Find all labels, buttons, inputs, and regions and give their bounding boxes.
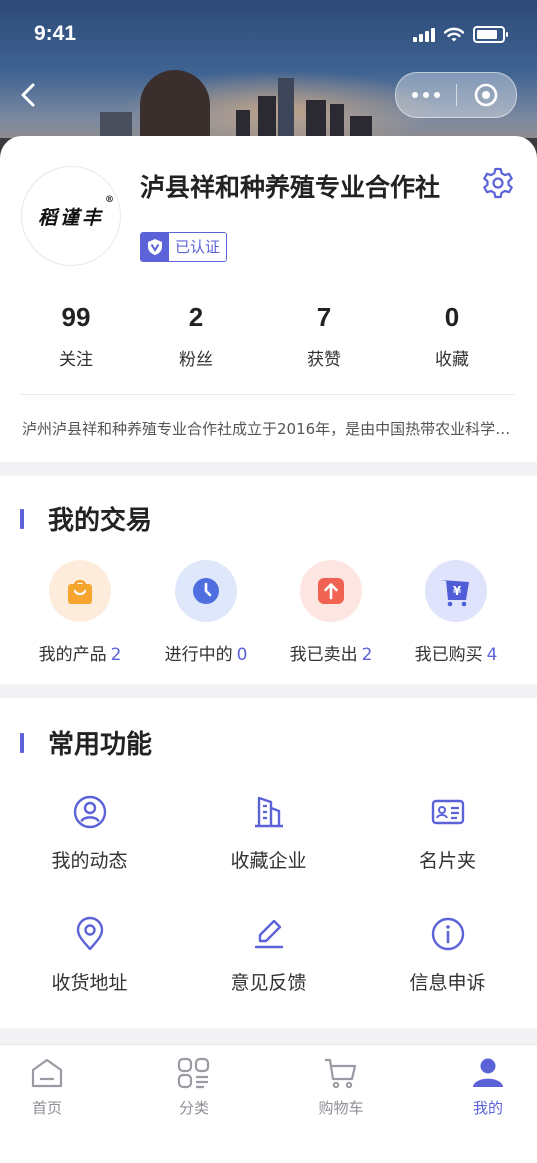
building-icon [254,796,283,828]
building-silhouette [140,70,210,140]
profile-card: 稻谨丰 ® 泸县祥和种养殖专业合作社 已认证 99 关注 2 粉丝 7 获赞 0 … [0,136,537,462]
tab-label: 购物车 [318,1099,364,1117]
func-label: 意见反馈 [230,972,307,994]
user-icon [473,1058,503,1087]
stat-value: 7 [316,302,332,332]
my-trades-card: 我的交易 我的产品 2 进行中的 0 我已卖出 2 ¥ 我已购买 4 [0,476,537,684]
func-my-posts[interactable]: 我的动态 [0,794,179,873]
section-title-text: 我的交易 [48,506,153,536]
tab-home[interactable]: 首页 [0,1057,114,1118]
title-accent-bar [20,732,24,753]
trade-icon-circle: ¥ [425,560,487,622]
stat-value: 2 [188,302,204,332]
trade-count: 0 [236,645,248,665]
stat-value: 99 [61,302,91,332]
section-title-text: 常用功能 [48,730,153,760]
trade-bought[interactable]: ¥ 我已购买 4 [393,560,519,665]
func-feedback[interactable]: 意见反馈 [179,916,358,995]
section-title: 我的交易 [20,500,152,537]
tab-mine[interactable]: 我的 [421,1057,537,1118]
trade-label: 我的产品 [38,645,107,665]
tab-category[interactable]: 分类 [127,1057,261,1118]
trade-label: 我已卖出 [289,645,358,665]
func-label: 收货地址 [51,972,128,994]
func-shipping-address[interactable]: 收货地址 [0,916,179,995]
stat-label: 收藏 [435,350,469,370]
divider [20,394,515,395]
wifi-icon [443,27,465,41]
building-silhouette [306,100,326,140]
verified-badge: 已认证 [140,232,228,262]
user-circle-icon [73,795,106,829]
settings-gear-icon[interactable] [481,166,515,200]
location-pin-icon [76,916,103,951]
verified-v-icon [141,233,169,261]
func-saved-companies[interactable]: 收藏企业 [179,794,358,873]
func-label: 收藏企业 [230,850,307,872]
trade-icon-circle [175,560,237,622]
tab-label: 分类 [178,1099,209,1117]
stat-label: 粉丝 [179,350,213,370]
cart-icon [325,1058,357,1089]
close-target-icon[interactable] [456,82,516,108]
trade-icon-circle [300,560,362,622]
trade-my-products[interactable]: 我的产品 2 [17,560,143,665]
stat-fans[interactable]: 2 粉丝 [132,302,260,382]
back-arrow-icon[interactable] [18,82,40,108]
upload-arrow-icon [318,578,344,604]
stat-follow[interactable]: 99 关注 [20,302,132,382]
trade-count: 4 [486,645,498,665]
stat-label: 获赞 [307,350,341,370]
building-silhouette [278,78,294,140]
clock-icon [193,578,219,604]
func-label: 我的动态 [51,850,128,872]
stat-value: 0 [444,302,460,332]
svg-text:¥: ¥ [453,584,462,598]
status-time: 9:41 [34,22,77,45]
section-title: 常用功能 [20,724,152,761]
tab-cart[interactable]: 购物车 [274,1057,408,1118]
bottom-tab-bar: 首页 分类 购物车 我的 [0,1044,537,1163]
trade-count: 2 [361,645,373,665]
status-bar: 9:41 [0,0,537,70]
func-label: 名片夹 [418,850,476,872]
shopping-bag-icon [68,580,92,604]
building-silhouette [330,104,344,140]
home-icon [31,1058,63,1088]
func-card-holder[interactable]: 名片夹 [358,794,537,873]
tab-label: 我的 [472,1099,503,1117]
id-card-icon [431,799,464,825]
company-intro[interactable]: 泸州泸县祥和种养殖专业合作社成立于2016年，是由中国热带农业科学院等单位联合成… [22,418,517,439]
trade-count: 2 [110,645,122,665]
func-appeal[interactable]: 信息申诉 [358,916,537,995]
pencil-icon [254,919,283,949]
trade-label: 进行中的 [164,645,233,665]
registered-mark: ® [105,194,114,205]
company-name: 泸县祥和种养殖专业合作社 [140,173,441,202]
signal-icon [413,27,435,42]
stat-likes[interactable]: 7 获赞 [260,302,388,382]
trade-icon-circle [49,560,111,622]
cart-yen-icon: ¥ [441,580,469,607]
common-functions-card: 常用功能 我的动态 收藏企业 名片夹 收货地址 意见反馈 信息申诉 [0,698,537,1028]
category-icon [177,1057,210,1089]
func-label: 信息申诉 [409,972,486,994]
trade-label: 我已购买 [414,645,483,665]
tab-label: 首页 [31,1099,62,1117]
stats-row: 99 关注 2 粉丝 7 获赞 0 收藏 [20,302,517,382]
trade-sold[interactable]: 我已卖出 2 [268,560,394,665]
building-silhouette [258,96,276,140]
stat-favorites[interactable]: 0 收藏 [388,302,516,382]
logo-text: 稻谨丰 [37,206,104,229]
company-logo[interactable]: 稻谨丰 ® [21,166,121,266]
verified-text: 已认证 [169,233,227,261]
title-accent-bar [20,508,24,529]
trade-in-progress[interactable]: 进行中的 0 [143,560,269,665]
stat-label: 关注 [59,350,93,370]
mini-program-capsule [395,72,517,118]
info-icon [431,917,464,951]
battery-icon [473,26,508,43]
more-dots-icon[interactable] [396,92,456,98]
